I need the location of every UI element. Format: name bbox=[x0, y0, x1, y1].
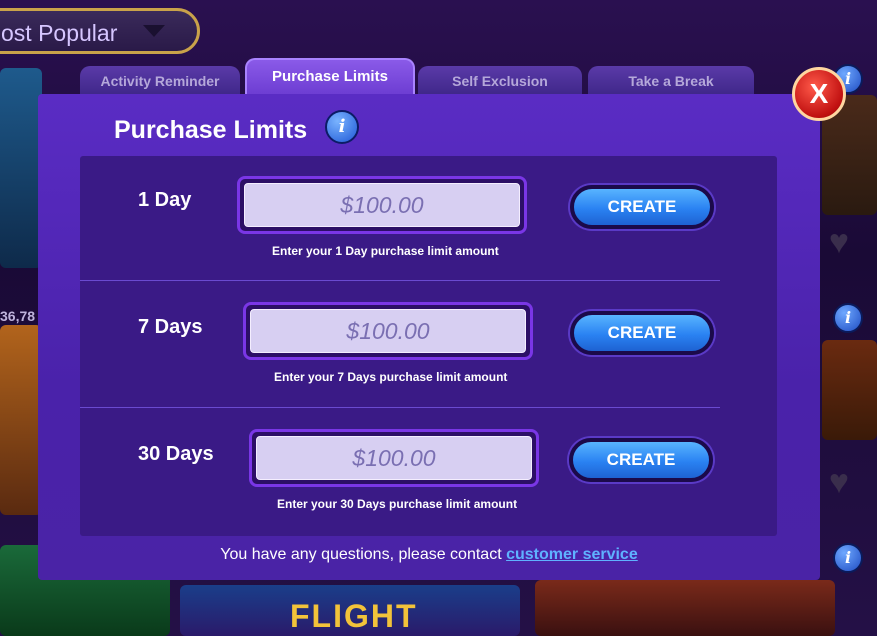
row-divider bbox=[80, 407, 720, 408]
jackpot-amount: 36,78 bbox=[0, 308, 36, 324]
create-button-30-days[interactable]: CREATE bbox=[569, 438, 713, 482]
limit-hint-7-days: Enter your 7 Days purchase limit amount bbox=[274, 370, 508, 384]
footer-text: You have any questions, please contact bbox=[220, 546, 507, 563]
row-divider bbox=[80, 280, 720, 281]
modal-title: Purchase Limits bbox=[114, 116, 308, 144]
heart-icon[interactable]: ♥ bbox=[822, 225, 856, 259]
limit-hint-1-day: Enter your 1 Day purchase limit amount bbox=[272, 244, 499, 258]
limit-input-1-day[interactable]: $100.00 bbox=[244, 183, 520, 227]
sort-dropdown[interactable]: ost Popular bbox=[0, 8, 200, 54]
create-button-7-days[interactable]: CREATE bbox=[570, 311, 714, 355]
chevron-down-icon bbox=[143, 25, 165, 37]
limit-input-30-days[interactable]: $100.00 bbox=[256, 436, 532, 480]
tab-take-a-break[interactable]: Take a Break bbox=[588, 66, 754, 96]
sort-dropdown-label: ost Popular bbox=[1, 20, 118, 46]
tab-purchase-limits[interactable]: Purchase Limits bbox=[245, 58, 415, 98]
amount-field-frame: $100.00 bbox=[243, 302, 533, 360]
info-icon[interactable]: i bbox=[325, 110, 359, 144]
create-button-1-day[interactable]: CREATE bbox=[570, 185, 714, 229]
limit-input-7-days[interactable]: $100.00 bbox=[250, 309, 526, 353]
heart-icon[interactable]: ♥ bbox=[822, 465, 856, 499]
purchase-limits-modal: Purchase Limits i 1 Day $100.00 Enter yo… bbox=[38, 94, 820, 580]
game-tile[interactable] bbox=[822, 340, 877, 440]
limits-panel: 1 Day $100.00 Enter your 1 Day purchase … bbox=[80, 156, 777, 536]
tab-self-exclusion[interactable]: Self Exclusion bbox=[418, 66, 582, 96]
game-tile[interactable] bbox=[0, 325, 42, 515]
tab-activity-reminder[interactable]: Activity Reminder bbox=[80, 66, 240, 96]
limit-hint-30-days: Enter your 30 Days purchase limit amount bbox=[277, 497, 518, 511]
game-tile[interactable] bbox=[535, 580, 835, 636]
limit-label-30-days: 30 Days bbox=[138, 443, 214, 465]
game-tile[interactable] bbox=[0, 68, 42, 268]
amount-field-frame: $100.00 bbox=[249, 429, 539, 487]
amount-field-frame: $100.00 bbox=[237, 176, 527, 234]
customer-service-link[interactable]: customer service bbox=[506, 546, 638, 563]
info-icon[interactable]: i bbox=[833, 303, 863, 333]
info-icon[interactable]: i bbox=[833, 543, 863, 573]
game-title: FLIGHT bbox=[290, 598, 418, 634]
limit-label-7-days: 7 Days bbox=[138, 316, 203, 338]
close-button[interactable]: X bbox=[792, 67, 846, 121]
limit-label-1-day: 1 Day bbox=[138, 189, 192, 211]
footer-contact: You have any questions, please contact c… bbox=[38, 546, 820, 564]
